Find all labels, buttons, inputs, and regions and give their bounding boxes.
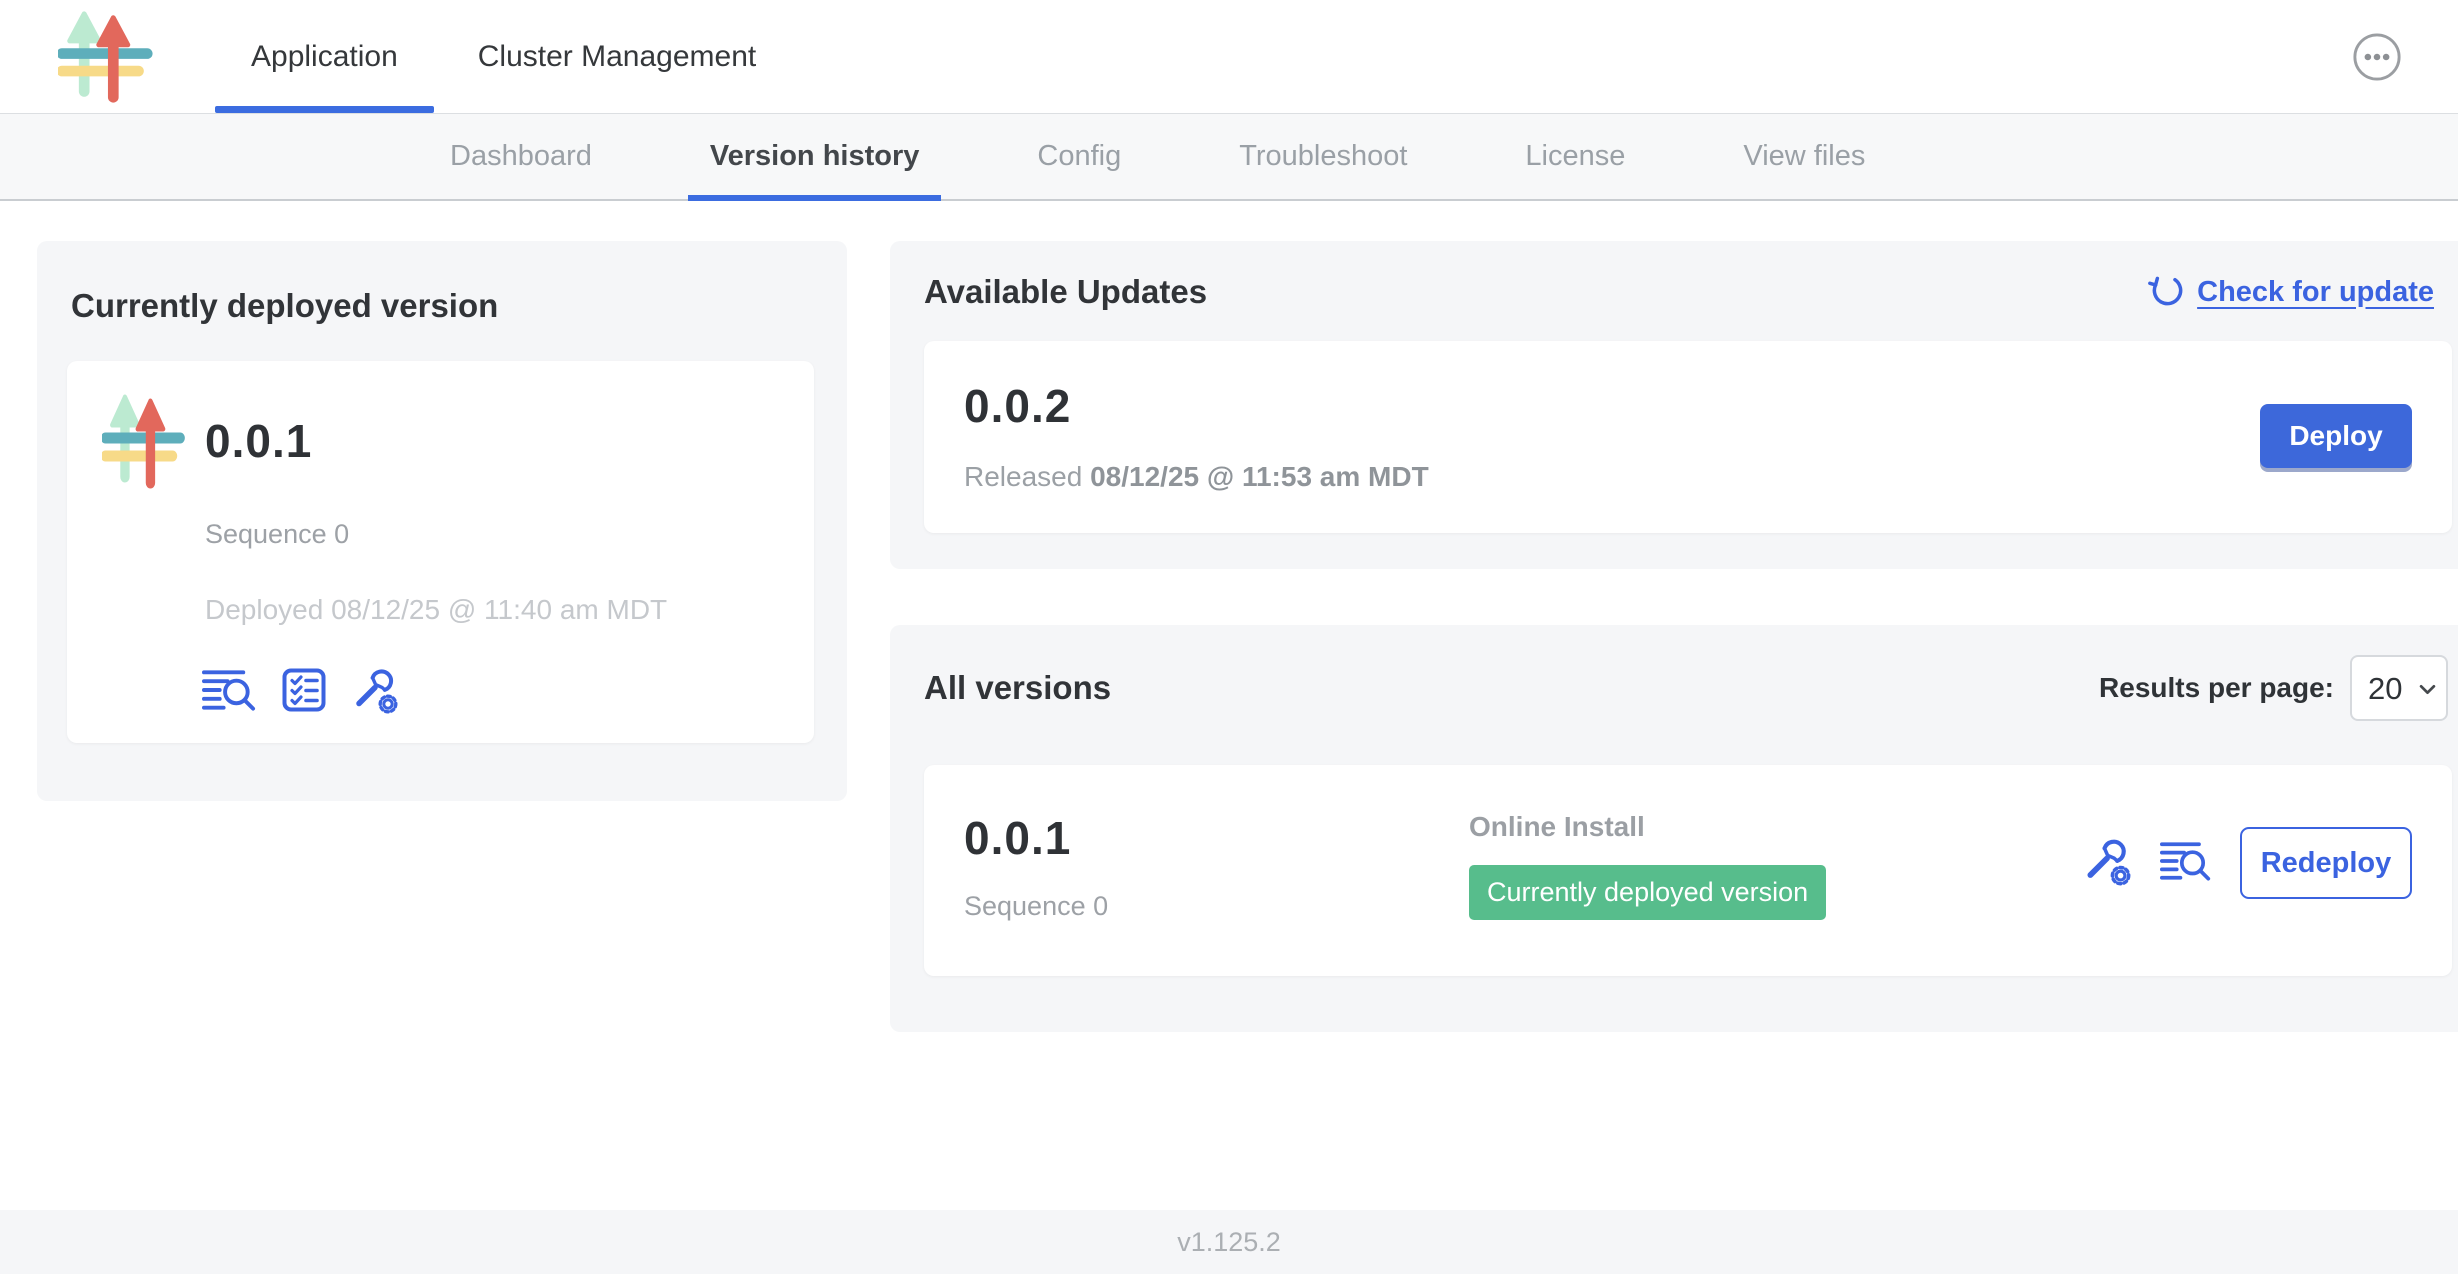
currently-deployed-title: Currently deployed version xyxy=(71,287,814,325)
currently-deployed-inner: 0.0.1 Sequence 0 Deployed 08/12/25 @ 11:… xyxy=(67,361,814,743)
config-icon[interactable] xyxy=(2082,836,2132,891)
console-footer: v1.125.2 xyxy=(0,1210,2458,1274)
tab-application[interactable]: Application xyxy=(215,0,434,113)
tab-view-files[interactable]: View files xyxy=(1743,114,1865,199)
all-versions-title: All versions xyxy=(924,669,1111,707)
deploy-button[interactable]: Deploy xyxy=(2260,404,2412,468)
released-date: 08/12/25 @ 11:53 am MDT xyxy=(1090,461,1429,492)
tab-license[interactable]: License xyxy=(1525,114,1625,199)
all-versions-card: All versions Results per page: 20 0.0.1 … xyxy=(890,625,2458,1032)
deployed-sequence: Sequence 0 xyxy=(205,519,782,550)
app-logo-small xyxy=(102,391,187,491)
tab-license-label: License xyxy=(1525,140,1625,173)
tab-view-files-label: View files xyxy=(1743,140,1865,173)
tab-troubleshoot[interactable]: Troubleshoot xyxy=(1239,114,1407,199)
logs-icon[interactable] xyxy=(2160,839,2212,888)
install-type-label: Online Install xyxy=(1469,811,2082,843)
row-sequence: Sequence 0 xyxy=(964,891,1469,922)
refresh-icon xyxy=(2148,271,2185,313)
currently-deployed-badge: Currently deployed version xyxy=(1469,865,1826,920)
update-version-number: 0.0.2 xyxy=(964,379,1429,433)
ellipsis-menu-icon[interactable] xyxy=(2352,32,2402,82)
tab-application-label: Application xyxy=(251,40,398,74)
deployed-version-number: 0.0.1 xyxy=(205,414,312,468)
results-per-page-label: Results per page: xyxy=(2099,672,2334,704)
right-column: Available Updates Check for update 0.0.2… xyxy=(890,241,2458,1032)
tab-dashboard-label: Dashboard xyxy=(450,140,592,173)
config-icon[interactable] xyxy=(351,666,399,719)
currently-deployed-card: Currently deployed version 0.0.1 Sequenc… xyxy=(37,241,847,801)
app-logo xyxy=(58,8,155,105)
header-spacer xyxy=(800,0,2352,113)
check-for-update-link[interactable]: Check for update xyxy=(2148,271,2434,313)
logs-icon[interactable] xyxy=(202,667,257,718)
app-subnav: Dashboard Version history Config Trouble… xyxy=(0,113,2458,201)
console-version: v1.125.2 xyxy=(1177,1227,1281,1258)
check-for-update-label: Check for update xyxy=(2197,276,2434,309)
deployed-timestamp: Deployed 08/12/25 @ 11:40 am MDT xyxy=(205,594,782,626)
available-updates-title: Available Updates xyxy=(924,273,1207,311)
available-updates-card: Available Updates Check for update 0.0.2… xyxy=(890,241,2458,569)
tab-troubleshoot-label: Troubleshoot xyxy=(1239,140,1407,173)
row-version-number: 0.0.1 xyxy=(964,811,1469,865)
tab-cluster-management-label: Cluster Management xyxy=(478,40,756,74)
preflight-checks-icon[interactable] xyxy=(281,667,327,718)
released-prefix: Released xyxy=(964,461,1090,492)
tab-dashboard[interactable]: Dashboard xyxy=(450,114,592,199)
results-per-page-select[interactable]: 20 xyxy=(2350,655,2448,721)
tab-version-history-label: Version history xyxy=(710,140,920,173)
version-row: 0.0.1 Sequence 0 Online Install Currentl… xyxy=(924,765,2452,976)
update-released-line: Released 08/12/25 @ 11:53 am MDT xyxy=(964,461,1429,493)
top-header: Application Cluster Management xyxy=(0,0,2458,113)
tab-config[interactable]: Config xyxy=(1037,114,1121,199)
tab-cluster-management[interactable]: Cluster Management xyxy=(442,0,792,113)
redeploy-button[interactable]: Redeploy xyxy=(2240,827,2412,899)
update-row: 0.0.2 Released 08/12/25 @ 11:53 am MDT D… xyxy=(924,341,2452,533)
tab-version-history[interactable]: Version history xyxy=(710,114,920,199)
tab-config-label: Config xyxy=(1037,140,1121,173)
main-content: Currently deployed version 0.0.1 Sequenc… xyxy=(0,201,2458,1210)
